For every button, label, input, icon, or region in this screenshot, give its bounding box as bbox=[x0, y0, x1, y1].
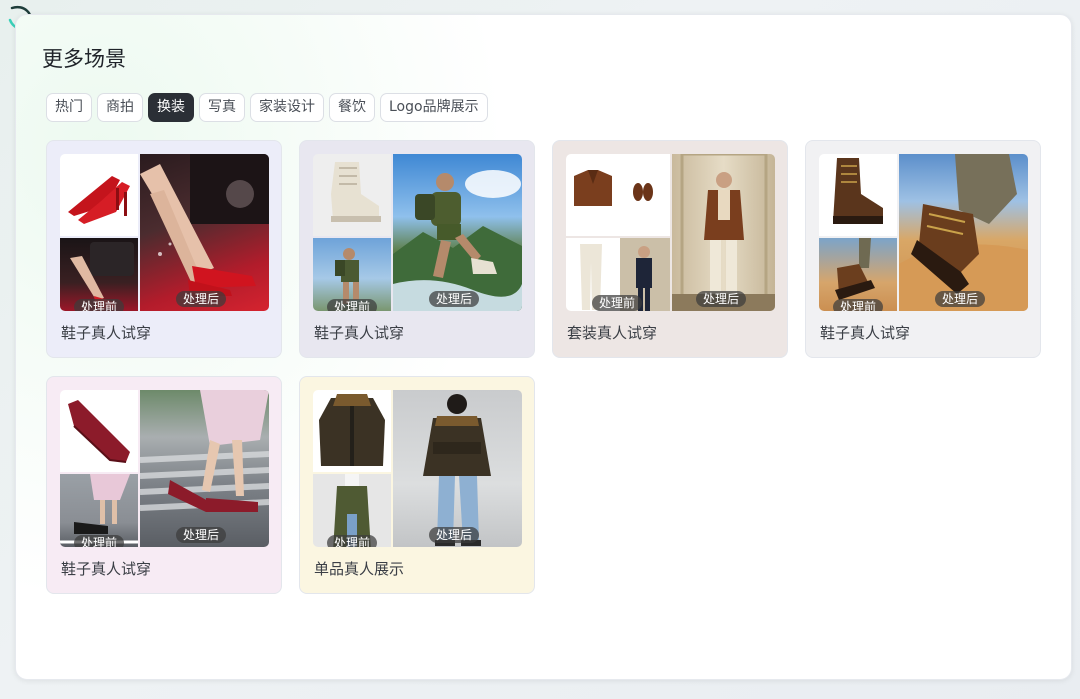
tab-home-design[interactable]: 家装设计 bbox=[250, 93, 324, 122]
after-image: 处理后 bbox=[899, 154, 1028, 311]
page-title: 更多场景 bbox=[42, 47, 126, 71]
tab-food[interactable]: 餐饮 bbox=[329, 93, 375, 122]
product-image bbox=[819, 154, 897, 236]
card-label: 鞋子真人试穿 bbox=[314, 324, 405, 342]
product-image bbox=[313, 154, 391, 236]
after-image: 处理后 bbox=[140, 154, 269, 311]
more-scenes-panel: 更多场景 热门 商拍 换装 写真 家装设计 餐饮 Logo品牌展示 处理前 处理… bbox=[15, 14, 1072, 680]
scene-card[interactable]: 处理前 处理后 鞋子真人试穿 bbox=[46, 140, 282, 358]
before-image: 处理前 bbox=[313, 474, 391, 547]
scene-thumbnails: 处理前 处理后 bbox=[60, 154, 269, 311]
scene-grid: 处理前 处理后 鞋子真人试穿 处理前 处理后 鞋子真人试穿 处理前 处理后 套装… bbox=[46, 140, 1041, 594]
scene-card[interactable]: 处理前 处理后 鞋子真人试穿 bbox=[299, 140, 535, 358]
before-badge: 处理前 bbox=[833, 299, 884, 311]
after-image: 处理后 bbox=[393, 154, 522, 311]
before-image: 处理前 bbox=[566, 238, 670, 311]
scene-thumbnails: 处理前 处理后 bbox=[313, 154, 522, 311]
after-badge: 处理后 bbox=[935, 291, 986, 307]
after-image: 处理后 bbox=[672, 154, 775, 311]
tab-portrait[interactable]: 写真 bbox=[199, 93, 245, 122]
scene-card[interactable]: 处理前 处理后 鞋子真人试穿 bbox=[46, 376, 282, 594]
after-image: 处理后 bbox=[139, 390, 269, 547]
scene-card[interactable]: 处理前 处理后 鞋子真人试穿 bbox=[805, 140, 1041, 358]
after-badge: 处理后 bbox=[696, 291, 747, 307]
tab-commercial-shoot[interactable]: 商拍 bbox=[97, 93, 143, 122]
before-image: 处理前 bbox=[313, 238, 391, 311]
tab-logo-brand[interactable]: Logo品牌展示 bbox=[380, 93, 488, 122]
scene-thumbnails: 处理前 处理后 bbox=[566, 154, 775, 311]
scene-card[interactable]: 处理前 处理后 套装真人试穿 bbox=[552, 140, 788, 358]
card-label: 套装真人试穿 bbox=[567, 324, 658, 342]
before-badge: 处理前 bbox=[74, 535, 125, 547]
before-badge: 处理前 bbox=[74, 299, 125, 311]
after-image: 处理后 bbox=[393, 390, 522, 547]
scene-thumbnails: 处理前 处理后 bbox=[60, 390, 269, 547]
card-label: 单品真人展示 bbox=[314, 560, 405, 578]
before-image: 处理前 bbox=[819, 238, 897, 311]
card-label: 鞋子真人试穿 bbox=[61, 324, 152, 342]
after-badge: 处理后 bbox=[429, 291, 480, 307]
tab-hot[interactable]: 热门 bbox=[46, 93, 92, 122]
card-label: 鞋子真人试穿 bbox=[61, 560, 152, 578]
before-badge: 处理前 bbox=[592, 295, 643, 311]
product-image bbox=[566, 154, 670, 236]
scene-thumbnails: 处理前 处理后 bbox=[313, 390, 522, 547]
product-image bbox=[313, 390, 391, 472]
product-image bbox=[60, 390, 138, 472]
scene-card[interactable]: 处理前 处理后 单品真人展示 bbox=[299, 376, 535, 594]
scene-thumbnails: 处理前 处理后 bbox=[819, 154, 1028, 311]
tab-outfit-change[interactable]: 换装 bbox=[148, 93, 194, 122]
after-badge: 处理后 bbox=[176, 527, 227, 543]
product-image bbox=[60, 154, 138, 236]
card-label: 鞋子真人试穿 bbox=[820, 324, 911, 342]
before-badge: 处理前 bbox=[327, 535, 378, 547]
before-image: 处理前 bbox=[60, 474, 138, 547]
before-image: 处理前 bbox=[60, 238, 138, 311]
after-badge: 处理后 bbox=[429, 527, 480, 543]
after-badge: 处理后 bbox=[176, 291, 227, 307]
before-badge: 处理前 bbox=[327, 299, 378, 311]
category-tabs: 热门 商拍 换装 写真 家装设计 餐饮 Logo品牌展示 bbox=[46, 93, 488, 122]
